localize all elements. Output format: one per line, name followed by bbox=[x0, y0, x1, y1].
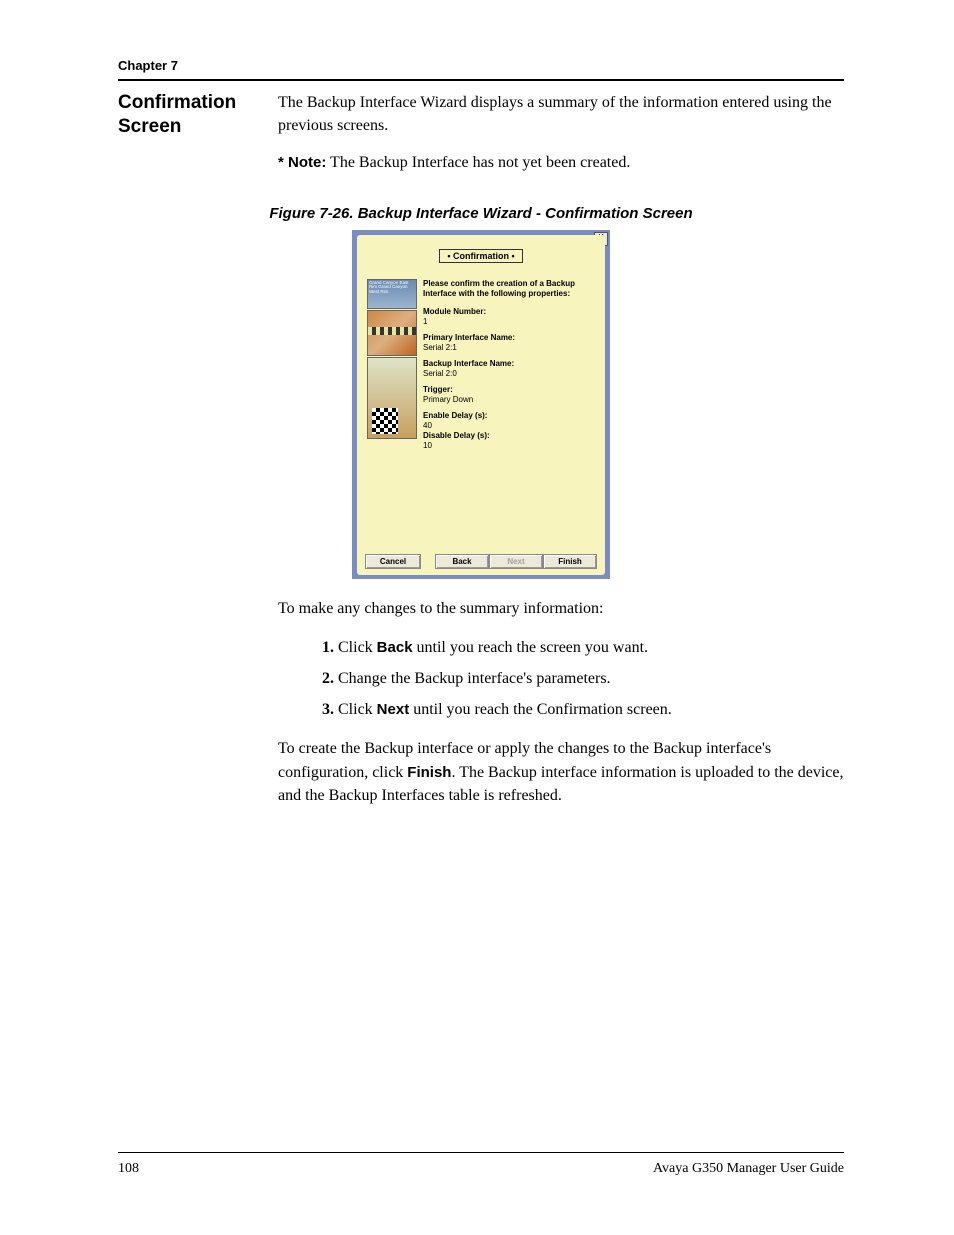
field-label: Primary Interface Name: bbox=[423, 333, 595, 343]
note-text: The Backup Interface has not yet been cr… bbox=[326, 154, 630, 171]
page-footer: 108 Avaya G350 Manager User Guide bbox=[118, 1152, 844, 1177]
step-text-post: until you reach the screen you want. bbox=[413, 639, 648, 656]
note-label: * Note: bbox=[278, 154, 326, 171]
wizard-intro-text: Please confirm the creation of a Backup … bbox=[423, 279, 595, 299]
step-item: 3. Click Next until you reach the Confir… bbox=[322, 696, 844, 723]
header-rule bbox=[118, 79, 844, 81]
field-value: Primary Down bbox=[423, 395, 595, 405]
steps-list: 1. Click Back until you reach the screen… bbox=[322, 634, 844, 724]
wizard-side-graphic: Grand Canyon East Rim Grand Canyon West … bbox=[367, 279, 417, 457]
wizard-inner: • Confirmation • Grand Canyon East Rim G… bbox=[357, 235, 605, 575]
wizard-body: Grand Canyon East Rim Grand Canyon West … bbox=[367, 279, 595, 457]
field-trigger: Trigger: Primary Down bbox=[423, 385, 595, 405]
field-backup-interface: Backup Interface Name: Serial 2:0 bbox=[423, 359, 595, 379]
next-button: Next bbox=[489, 554, 543, 569]
field-label: Trigger: bbox=[423, 385, 595, 395]
wizard-fields: Please confirm the creation of a Backup … bbox=[423, 279, 595, 457]
changes-intro: To make any changes to the summary infor… bbox=[278, 597, 844, 620]
section-row: Confirmation Screen The Backup Interface… bbox=[118, 91, 844, 175]
wizard-graphic-canyon bbox=[367, 310, 417, 356]
finish-button[interactable]: Finish bbox=[543, 554, 597, 569]
closing-paragraph: To create the Backup interface or apply … bbox=[278, 737, 844, 807]
wizard-graphic-map: Grand Canyon East Rim Grand Canyon West … bbox=[367, 279, 417, 309]
field-label: Disable Delay (s): bbox=[423, 431, 595, 441]
step-item: 1. Click Back until you reach the screen… bbox=[322, 634, 844, 661]
cancel-button[interactable]: Cancel bbox=[365, 554, 421, 569]
field-label: Module Number: bbox=[423, 307, 595, 317]
wizard-button-row: Cancel Back Next Finish bbox=[365, 554, 597, 569]
section-heading: Confirmation Screen bbox=[118, 91, 278, 139]
field-value: 1 bbox=[423, 317, 595, 327]
figure-caption: Figure 7-26. Backup Interface Wizard - C… bbox=[118, 205, 844, 222]
step-bold: Back bbox=[377, 639, 413, 656]
doc-title-footer: Avaya G350 Manager User Guide bbox=[653, 1161, 844, 1177]
step-text-pre: Click bbox=[338, 639, 377, 656]
field-enable-delay: Enable Delay (s): 40 Disable Delay (s): … bbox=[423, 411, 595, 451]
document-page: Chapter 7 Confirmation Screen The Backup… bbox=[0, 0, 954, 1235]
field-module-number: Module Number: 1 bbox=[423, 307, 595, 327]
step-text-post: until you reach the Confirmation screen. bbox=[409, 701, 672, 718]
step-number: 1. bbox=[322, 639, 334, 656]
field-label: Backup Interface Name: bbox=[423, 359, 595, 369]
page-number: 108 bbox=[118, 1161, 139, 1177]
field-value: 40 bbox=[423, 421, 595, 431]
button-spacer bbox=[421, 554, 435, 569]
after-figure-block: To make any changes to the summary infor… bbox=[278, 597, 844, 807]
step-number: 3. bbox=[322, 701, 334, 718]
note-line: * Note: The Backup Interface has not yet… bbox=[278, 151, 844, 174]
step-text-pre: Change the Backup interface's parameters… bbox=[338, 670, 611, 687]
wizard-graphic-flag bbox=[367, 357, 417, 439]
step-item: 2. Change the Backup interface's paramet… bbox=[322, 665, 844, 692]
chapter-header: Chapter 7 bbox=[118, 58, 844, 73]
wizard-dialog: X • Confirmation • Grand Canyon East Rim… bbox=[352, 230, 610, 579]
field-value: Serial 2:0 bbox=[423, 369, 595, 379]
field-value: Serial 2:1 bbox=[423, 343, 595, 353]
back-button[interactable]: Back bbox=[435, 554, 489, 569]
step-number: 2. bbox=[322, 670, 334, 687]
field-value: 10 bbox=[423, 441, 595, 451]
step-bold: Next bbox=[377, 701, 410, 718]
intro-paragraph: The Backup Interface Wizard displays a s… bbox=[278, 91, 844, 137]
step-text-pre: Click bbox=[338, 701, 377, 718]
closing-finish-word: Finish bbox=[407, 764, 451, 781]
field-primary-interface: Primary Interface Name: Serial 2:1 bbox=[423, 333, 595, 353]
field-label: Enable Delay (s): bbox=[423, 411, 595, 421]
body-column: The Backup Interface Wizard displays a s… bbox=[278, 91, 844, 175]
wizard-title-badge: • Confirmation • bbox=[439, 249, 523, 263]
